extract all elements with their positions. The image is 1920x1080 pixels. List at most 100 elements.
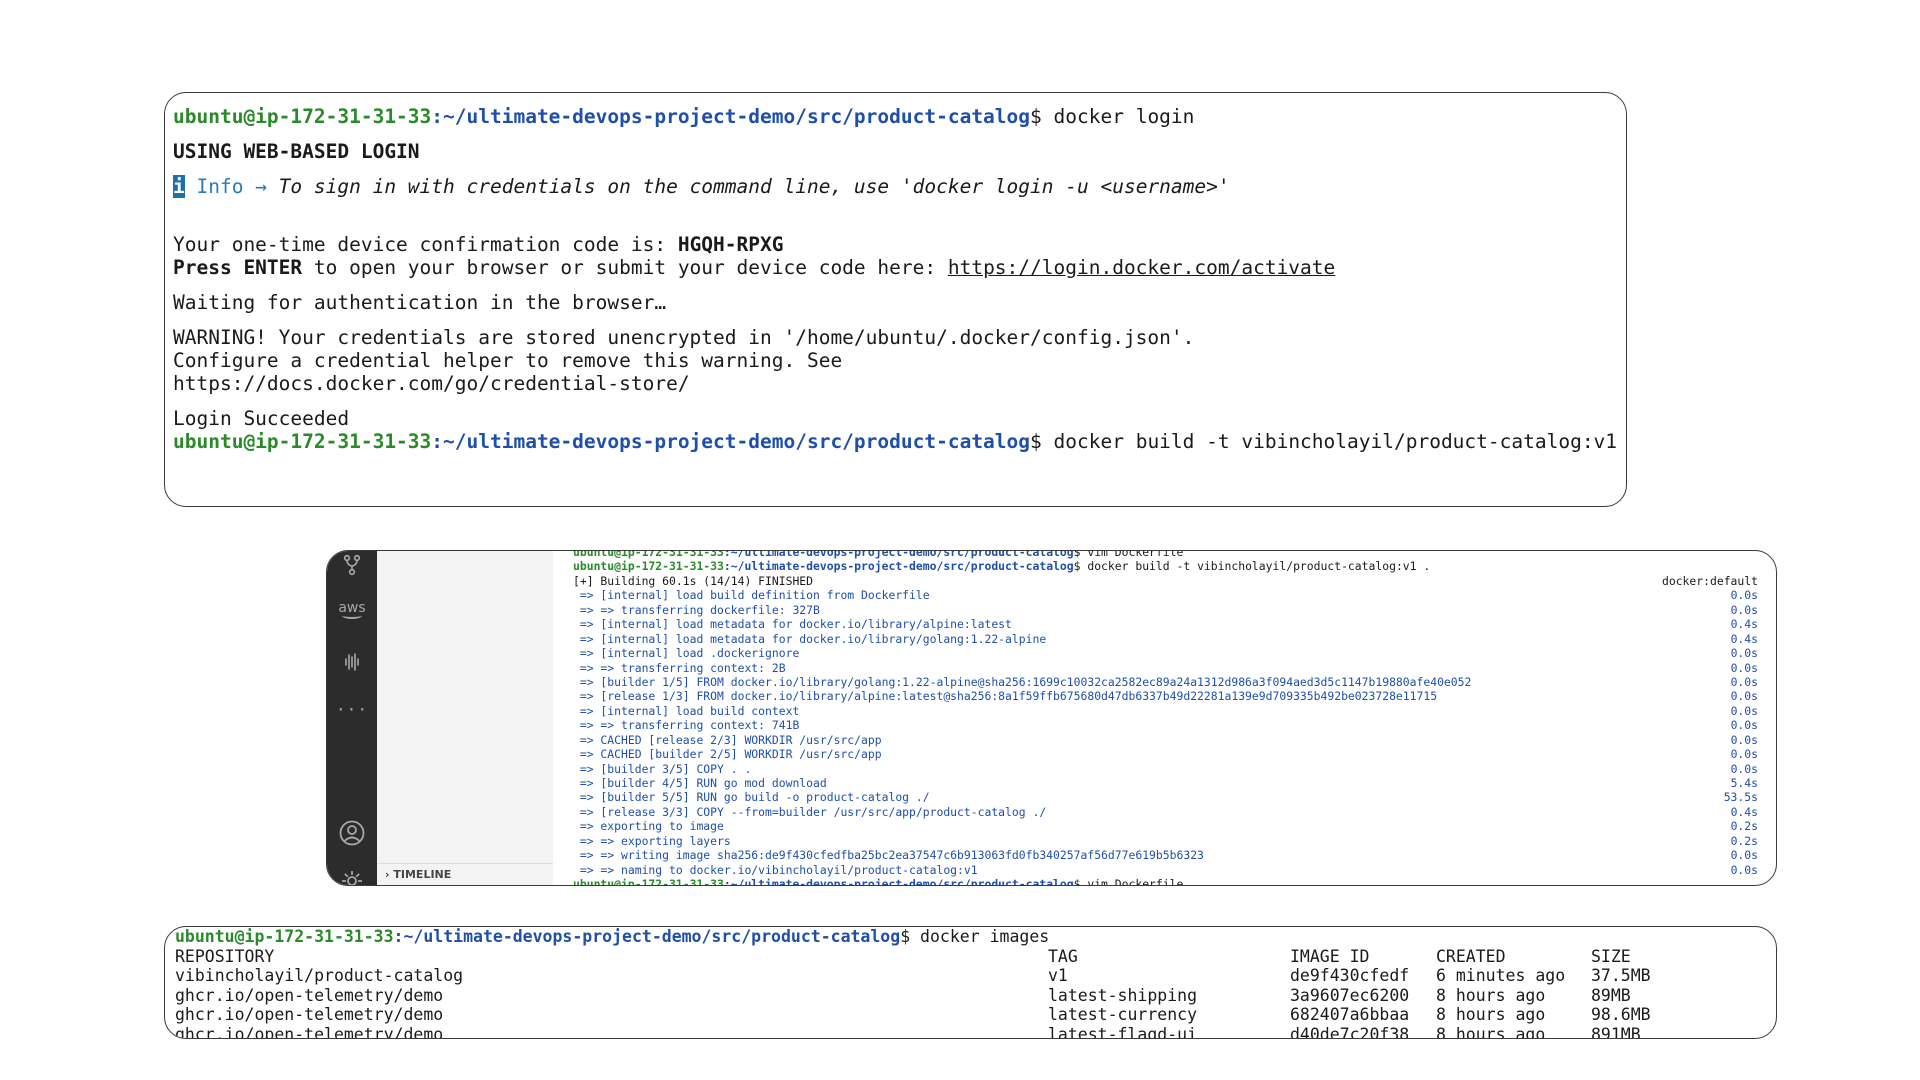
prompt-symbol: $: [1030, 430, 1042, 453]
build-step-row: => [internal] load metadata for docker.i…: [573, 617, 1758, 631]
build-step-row: => [builder 1/5] FROM docker.io/library/…: [573, 675, 1758, 689]
build-step-time: 0.0s: [1730, 761, 1758, 776]
prompt-symbol: $: [900, 927, 911, 946]
build-step-time: 0.0s: [1730, 848, 1758, 863]
builder-name: docker:default: [1661, 573, 1758, 588]
build-step-row: => [internal] load metadata for docker.i…: [573, 632, 1758, 646]
image-row: ghcr.io/open-telemetry/demo latest-curren…: [175, 1005, 1766, 1025]
audio-icon[interactable]: [327, 651, 377, 677]
build-step-text: => => writing image sha256:de9f430cfedfb…: [573, 848, 1204, 863]
timeline-label: TIMELINE: [393, 868, 452, 881]
chevron-right-icon: ›: [385, 868, 390, 881]
build-step-text: => [internal] load metadata for docker.i…: [573, 631, 1047, 646]
header-created: CREATED: [1436, 946, 1506, 966]
prompt-path: :~/ultimate-devops-project-demo/src/prod…: [431, 430, 1031, 453]
command-text: docker images: [910, 927, 1050, 946]
build-step-row: => CACHED [release 2/3] WORKDIR /usr/src…: [573, 733, 1758, 747]
build-step-row: => => transferring context: 741B 0.0s: [573, 718, 1758, 732]
prompt-user: ubuntu@ip-172-31-31-33: [573, 559, 724, 574]
info-text: To sign in with credentials on the comma…: [278, 175, 1230, 198]
header-tag: TAG: [1048, 946, 1078, 966]
image-image-id: 3a9607ec6200: [1290, 985, 1410, 1005]
login-heading: USING WEB-BASED LOGIN: [173, 140, 420, 163]
settings-icon[interactable]: [327, 869, 377, 885]
build-step-text: => exporting to image: [573, 819, 724, 834]
info-icon: i: [173, 175, 185, 198]
prompt-path: :~/ultimate-devops-project-demo/src/prod…: [723, 550, 1074, 559]
build-step-row: => => exporting layers 0.2s: [573, 834, 1758, 848]
command-text: vim Dockerfile: [1080, 877, 1184, 886]
build-step-row: => [internal] load .dockerignore 0.0s: [573, 646, 1758, 660]
code-text: Your one-time device confirmation code i…: [173, 233, 678, 256]
prompt-symbol: $: [1030, 105, 1042, 128]
command-text: docker build -t vibincholayil/product-ca…: [1080, 559, 1431, 574]
image-tag: latest-shipping: [1048, 985, 1198, 1005]
build-step-row: => => transferring context: 2B 0.0s: [573, 661, 1758, 675]
build-step-row: => [release 1/3] FROM docker.io/library/…: [573, 689, 1758, 703]
image-row: ghcr.io/open-telemetry/demo latest-flagd-…: [175, 1024, 1766, 1039]
build-step-text: => [builder 3/5] COPY . .: [573, 761, 752, 776]
build-step-row: => [builder 5/5] RUN go build -o product…: [573, 790, 1758, 804]
image-created: 8 hours ago: [1436, 1024, 1546, 1039]
build-step-text: => => transferring context: 741B: [573, 718, 800, 733]
build-step-text: => [internal] load build context: [573, 703, 800, 718]
build-step-row: => [internal] load build definition from…: [573, 588, 1758, 602]
build-step-text: => => transferring dockerfile: 327B: [573, 602, 820, 617]
image-image-id: 682407a6bbaa: [1290, 1005, 1410, 1024]
build-step-row: => [release 3/3] COPY --from=builder /us…: [573, 805, 1758, 819]
press-enter-label: Press ENTER: [173, 256, 303, 279]
aws-label: aws: [338, 600, 366, 616]
build-step-time: 0.0s: [1730, 747, 1758, 762]
image-repository: vibincholayil/product-catalog: [175, 966, 464, 985]
code-line: Your one-time device confirmation code i…: [173, 233, 1618, 256]
build-step-row: => => transferring dockerfile: 327B 0.0s: [573, 603, 1758, 617]
info-line: i Info → To sign in with credentials on …: [173, 175, 1618, 198]
warning-line: https://docs.docker.com/go/credential-st…: [173, 372, 690, 395]
image-created: 6 minutes ago: [1436, 966, 1566, 985]
build-step-time: 0.4s: [1730, 617, 1758, 632]
prompt-line: ubuntu@ip-172-31-31-33:~/ultimate-devops…: [173, 105, 1618, 128]
image-repository: ghcr.io/open-telemetry/demo: [175, 1024, 444, 1039]
aws-icon[interactable]: aws: [327, 600, 377, 619]
build-step-row: => [builder 3/5] COPY . . 0.0s: [573, 762, 1758, 776]
header-size: SIZE: [1591, 946, 1631, 966]
press-enter-text: to open your browser or submit your devi…: [302, 256, 948, 279]
warning-line: Configure a credential helper to remove …: [173, 349, 843, 372]
images-table-body: vibincholayil/product-catalog v1 de9f430cf…: [175, 966, 1766, 1039]
build-step-row: => exporting to image 0.2s: [573, 819, 1758, 833]
image-tag: latest-currency: [1048, 1005, 1198, 1024]
build-step-row: => [builder 4/5] RUN go mod download 5.4s: [573, 776, 1758, 790]
timeline-section[interactable]: › TIMELINE: [377, 863, 553, 885]
docker-images-terminal: ubuntu@ip-172-31-31-33:~/ultimate-devops…: [164, 926, 1777, 1039]
image-image-id: de9f430cfedf: [1290, 966, 1410, 985]
build-step-time: 0.0s: [1730, 602, 1758, 617]
build-step-text: => => transferring context: 2B: [573, 660, 786, 675]
image-repository: ghcr.io/open-telemetry/demo: [175, 1005, 444, 1024]
build-step-time: 0.4s: [1730, 631, 1758, 646]
source-control-icon[interactable]: [327, 553, 377, 581]
waiting-line: Waiting for authentication in the browse…: [173, 291, 667, 314]
info-label: Info →: [184, 175, 279, 198]
image-repository: ghcr.io/open-telemetry/demo: [175, 985, 444, 1005]
build-step-text: => [builder 5/5] RUN go build -o product…: [573, 790, 930, 805]
docker-build-editor-window: aws ··· › TIMELINE ubuntu@ip-172-31-31-3…: [326, 550, 1777, 886]
more-icon[interactable]: ···: [327, 700, 377, 719]
image-size: 37.5MB: [1591, 966, 1651, 985]
build-step-time: 0.0s: [1730, 660, 1758, 675]
build-step-text: => => exporting layers: [573, 833, 731, 848]
prompt-line: ubuntu@ip-172-31-31-33:~/ultimate-devops…: [573, 559, 1758, 573]
activate-link[interactable]: https://login.docker.com/activate: [948, 256, 1335, 279]
build-step-row: => => writing image sha256:de9f430cfedfb…: [573, 848, 1758, 862]
build-step-text: => [builder 4/5] RUN go mod download: [573, 776, 827, 790]
build-step-time: 0.0s: [1730, 718, 1758, 733]
account-icon[interactable]: [327, 819, 377, 851]
prompt-user: ubuntu@ip-172-31-31-33: [173, 105, 432, 128]
build-step-time: 0.4s: [1730, 804, 1758, 819]
header-image-id: IMAGE ID: [1290, 946, 1370, 966]
image-row: ghcr.io/open-telemetry/demo latest-shippi…: [175, 986, 1766, 1006]
build-terminal-output: ubuntu@ip-172-31-31-33:~/ultimate-devops…: [573, 550, 1758, 886]
image-created: 8 hours ago: [1436, 1005, 1546, 1024]
images-header-row: REPOSITORY TAG IMAGE ID CREATED SIZE: [175, 947, 1766, 967]
build-step-time: 53.5s: [1723, 790, 1758, 805]
build-step-time: 0.0s: [1730, 862, 1758, 877]
